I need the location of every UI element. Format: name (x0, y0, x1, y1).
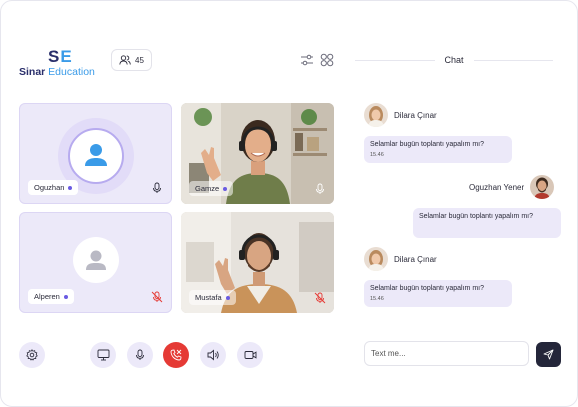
gear-icon (26, 349, 38, 361)
message-text: Selamlar bugün toplantı yapalım mı? (370, 285, 485, 292)
divider (355, 59, 435, 61)
microphone-icon[interactable] (314, 183, 326, 195)
message-bubble: Selamlar bugün toplantı yapalım mı? 15.4… (364, 280, 512, 307)
brand-logo: SE Sinar Education (19, 47, 109, 78)
message-sender: Oguzhan Yener (469, 175, 555, 199)
microphone-icon (136, 349, 144, 360)
grid-view-icon[interactable] (320, 53, 334, 67)
name-tag: Gamze (189, 181, 234, 196)
active-dot (225, 295, 230, 300)
video-conference-app: SE Sinar Education 45 Chat Oguzhan Gamze… (0, 0, 578, 407)
end-call-icon (170, 349, 182, 361)
active-dot (63, 294, 68, 299)
message-bubble: Selamlar bugün toplantı yapalım mı? (413, 208, 561, 238)
logo-mark: SE (48, 47, 73, 66)
divider (473, 59, 554, 61)
settings-sliders-icon[interactable] (300, 53, 314, 67)
speaker-button[interactable] (200, 342, 226, 368)
message-sender: Dilara Çınar (364, 103, 437, 127)
male-avatar-icon (530, 175, 555, 199)
participant-tile-gamze[interactable]: Gamze (181, 103, 334, 204)
avatar (530, 175, 555, 199)
active-dot (68, 185, 73, 190)
participants-button[interactable]: 45 (111, 49, 152, 71)
avatar (364, 247, 388, 271)
participant-count: 45 (135, 55, 144, 65)
chat-message-input[interactable] (364, 341, 529, 366)
female-avatar-icon (364, 247, 388, 271)
message-text: Selamlar bugün toplantı yapalım mı? (419, 213, 534, 220)
sender-name: Dilara Çınar (394, 110, 437, 120)
sender-name: Dilara Çınar (394, 254, 437, 264)
brand-name: Sinar Education (19, 66, 95, 78)
chat-title: Chat (444, 55, 464, 65)
name-tag: Mustafa (189, 290, 236, 305)
message-text: Selamlar bugün toplantı yapalım mı? (370, 141, 485, 148)
participant-tile-oguzhan[interactable]: Oguzhan (19, 103, 172, 204)
camera-icon (244, 351, 256, 359)
camera-button[interactable] (237, 342, 263, 368)
chat-header: Chat (355, 53, 554, 67)
female-avatar-icon (364, 103, 388, 127)
microphone-icon[interactable] (151, 182, 163, 194)
settings-button[interactable] (19, 342, 45, 368)
end-call-button[interactable] (163, 342, 189, 368)
send-button[interactable] (536, 342, 561, 367)
active-dot (223, 186, 228, 191)
sender-name: Oguzhan Yener (469, 182, 525, 192)
name-tag: Oguzhan (28, 180, 79, 195)
message-time: 15.46 (370, 152, 384, 158)
name-tag: Alperen (28, 289, 74, 304)
send-icon (543, 349, 554, 360)
avatar (364, 103, 388, 127)
microphone-muted-icon[interactable] (151, 291, 163, 303)
speaker-icon (207, 349, 219, 361)
message-bubble: Selamlar bugün toplantı yapalım mı? 15.4… (364, 136, 512, 163)
screen-share-button[interactable] (90, 342, 116, 368)
message-time: 15.46 (370, 296, 384, 302)
participant-tile-alperen[interactable]: Alperen (19, 212, 172, 313)
users-icon (119, 55, 131, 65)
screen-share-icon (97, 349, 109, 361)
participant-tile-mustafa[interactable]: Mustafa (181, 212, 334, 313)
microphone-muted-icon[interactable] (314, 292, 326, 304)
avatar-placeholder (73, 237, 119, 283)
message-sender: Dilara Çınar (364, 247, 437, 271)
microphone-button[interactable] (127, 342, 153, 368)
